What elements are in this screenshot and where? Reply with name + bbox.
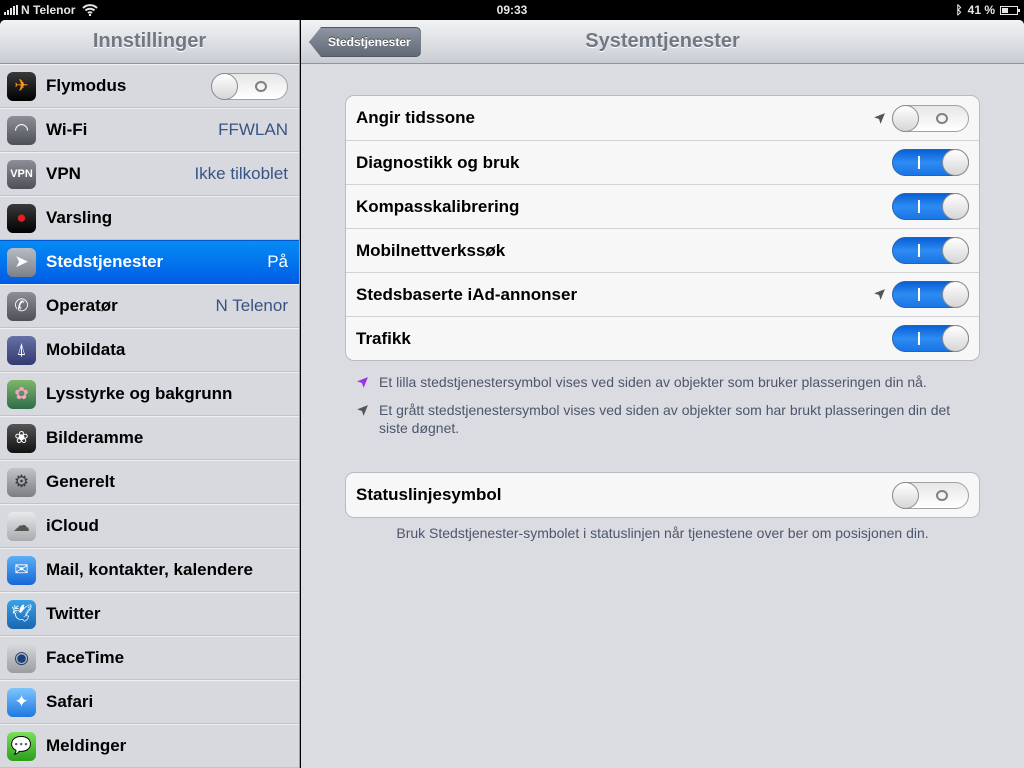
sidebar-item-label: Mobildata — [46, 340, 126, 359]
clock: 09:33 — [496, 3, 528, 17]
status-icon-row: Statuslinjesymbol — [346, 473, 979, 517]
purple-location-arrow-icon — [357, 377, 368, 388]
gray-location-arrow-icon — [874, 112, 885, 124]
sidebar-item-wi-fi[interactable]: ◠ Wi-Fi FFWLAN — [0, 108, 299, 152]
detail-pane: Stedstjenester Systemtjenester Angir tid… — [301, 20, 1024, 768]
sidebar-item-meldinger[interactable]: 💬 Meldinger — [0, 724, 299, 768]
sidebar-item-label: Generelt — [46, 472, 115, 491]
status-icon-note: Bruk Stedstjenester-symbolet i statuslin… — [396, 525, 929, 541]
service-label: Angir tidssone — [356, 108, 476, 127]
gear-icon: ⚙ — [7, 467, 36, 497]
sidebar-list: ✈ Flymodus ◠ Wi-Fi FFWLAN VPN VPN Ikke tilkoble… — [0, 64, 299, 768]
location-icon: ➤ — [7, 247, 36, 277]
wallpaper-icon: ✿ — [7, 379, 36, 409]
status-bar: N Telenor 09:33 ᛒ 41 % — [0, 0, 1024, 20]
picture-frame-icon: ❀ — [7, 423, 36, 453]
detail-title: Systemtjenester — [585, 30, 740, 52]
legend-purple-text: Et lilla stedstjenestersymbol vises ved … — [379, 374, 927, 390]
service-row: Stedsbaserte iAd-annonser — [346, 272, 979, 316]
status-icon-group: Statuslinjesymbol — [345, 472, 980, 518]
legend-gray-text: Et grått stedstjenestersymbol vises ved … — [379, 402, 951, 436]
sidebar-item-label: Twitter — [46, 604, 101, 623]
gray-location-arrow-icon — [874, 289, 885, 300]
service-toggle[interactable] — [892, 193, 969, 220]
sidebar-item-label: Flymodus — [46, 76, 127, 95]
sidebar-item-label: Mail, kontakter, kalendere — [46, 560, 253, 579]
sidebar-item-varsling[interactable]: ● Varsling — [0, 196, 299, 240]
sidebar-title: Innstillinger — [92, 30, 207, 52]
service-toggle[interactable] — [892, 104, 969, 132]
service-toggle[interactable] — [892, 281, 969, 308]
service-row: Angir tidssone — [346, 96, 979, 140]
gray-location-arrow-icon — [357, 405, 368, 416]
service-label: Stedsbaserte iAd-annonser — [356, 284, 578, 304]
status-icon-toggle[interactable] — [892, 481, 969, 509]
sidebar-item-label: Varsling — [46, 208, 113, 227]
airplane-icon: ✈ — [7, 71, 36, 101]
sidebar-item-icloud[interactable]: ☁ iCloud — [0, 504, 299, 548]
sidebar-item-mail-kontakter-kalendere[interactable]: ✉ Mail, kontakter, kalendere — [0, 548, 299, 592]
service-toggle[interactable] — [892, 237, 969, 264]
battery-percent: 41 % — [967, 3, 995, 17]
phone-icon: ✆ — [7, 291, 36, 321]
status-icon-label: Statuslinjesymbol — [356, 485, 502, 504]
wifi-icon: ◠ — [7, 115, 36, 145]
service-toggle[interactable] — [892, 325, 969, 352]
sidebar-item-label: FaceTime — [46, 648, 125, 667]
system-services-group: Angir tidssone Diagnostikk og bruk Kompass… — [345, 95, 980, 361]
sidebar-item-label: Wi-Fi — [46, 120, 88, 139]
service-label: Diagnostikk og bruk — [356, 152, 520, 172]
sidebar-item-label: Operatør — [46, 296, 118, 315]
detail-nav-bar: Stedstjenester Systemtjenester — [301, 20, 1024, 64]
sidebar-item-lysstyrke-og-bakgrunn[interactable]: ✿ Lysstyrke og bakgrunn — [0, 372, 299, 416]
sidebar-item-label: VPN — [46, 164, 81, 183]
sidebar-item-stedstjenester[interactable]: ➤ Stedstjenester På — [0, 240, 299, 284]
mail-icon: ✉ — [7, 555, 36, 585]
notifications-icon: ● — [7, 203, 36, 233]
sidebar-item-vpn[interactable]: VPN VPN Ikke tilkoblet — [0, 152, 299, 196]
cloud-icon: ☁ — [7, 511, 36, 541]
airplane-mode-toggle[interactable] — [211, 72, 288, 100]
messages-icon: 💬 — [7, 731, 36, 761]
service-row: Mobilnettverkssøk — [346, 228, 979, 272]
sidebar-item-value: FFWLAN — [218, 120, 288, 139]
sidebar-item-label: iCloud — [46, 516, 99, 535]
facetime-icon: ◉ — [7, 643, 36, 673]
legend-purple: Et lilla stedstjenestersymbol vises ved … — [356, 373, 976, 391]
sidebar-item-label: Safari — [46, 692, 94, 711]
legend-gray: Et grått stedstjenestersymbol vises ved … — [356, 401, 976, 437]
sidebar-item-label: Stedstjenester — [46, 252, 164, 271]
sidebar-item-mobildata[interactable]: ⍋ Mobildata — [0, 328, 299, 372]
service-label: Mobilnettverkssøk — [356, 240, 506, 260]
sidebar-item-bilderamme[interactable]: ❀ Bilderamme — [0, 416, 299, 460]
service-label: Trafikk — [356, 328, 411, 348]
sidebar-item-value: Ikke tilkoblet — [194, 164, 288, 183]
sidebar-item-label: Bilderamme — [46, 428, 144, 447]
sidebar-item-safari[interactable]: ✦ Safari — [0, 680, 299, 724]
sidebar-item-value: På — [267, 252, 288, 271]
sidebar-item-generelt[interactable]: ⚙ Generelt — [0, 460, 299, 504]
twitter-icon: 🕊 — [7, 599, 36, 629]
back-button[interactable]: Stedstjenester — [309, 27, 421, 57]
sidebar-item-label: Meldinger — [46, 736, 127, 755]
service-row: Trafikk — [346, 316, 979, 360]
bluetooth-icon: ᛒ — [955, 3, 963, 17]
sidebar-item-label: Lysstyrke og bakgrunn — [46, 384, 233, 403]
sidebar-item-value: N Telenor — [215, 296, 288, 315]
vpn-icon: VPN — [7, 159, 36, 189]
service-toggle[interactable] — [892, 149, 969, 176]
service-row: Diagnostikk og bruk — [346, 140, 979, 184]
sidebar-item-twitter[interactable]: 🕊 Twitter — [0, 592, 299, 636]
sidebar-nav-bar: Innstillinger — [0, 20, 299, 64]
battery-icon — [1000, 5, 1020, 15]
sidebar-item-flymodus[interactable]: ✈ Flymodus — [0, 64, 299, 108]
sidebar-item-facetime[interactable]: ◉ FaceTime — [0, 636, 299, 680]
service-label: Kompasskalibrering — [356, 196, 520, 216]
service-row: Kompasskalibrering — [346, 184, 979, 228]
safari-icon: ✦ — [7, 687, 36, 717]
settings-sidebar: Innstillinger ✈ Flymodus ◠ Wi-Fi FFWLAN VPN VP… — [0, 20, 300, 768]
cellular-icon: ⍋ — [7, 335, 36, 365]
sidebar-item-operat-r[interactable]: ✆ Operatør N Telenor — [0, 284, 299, 328]
